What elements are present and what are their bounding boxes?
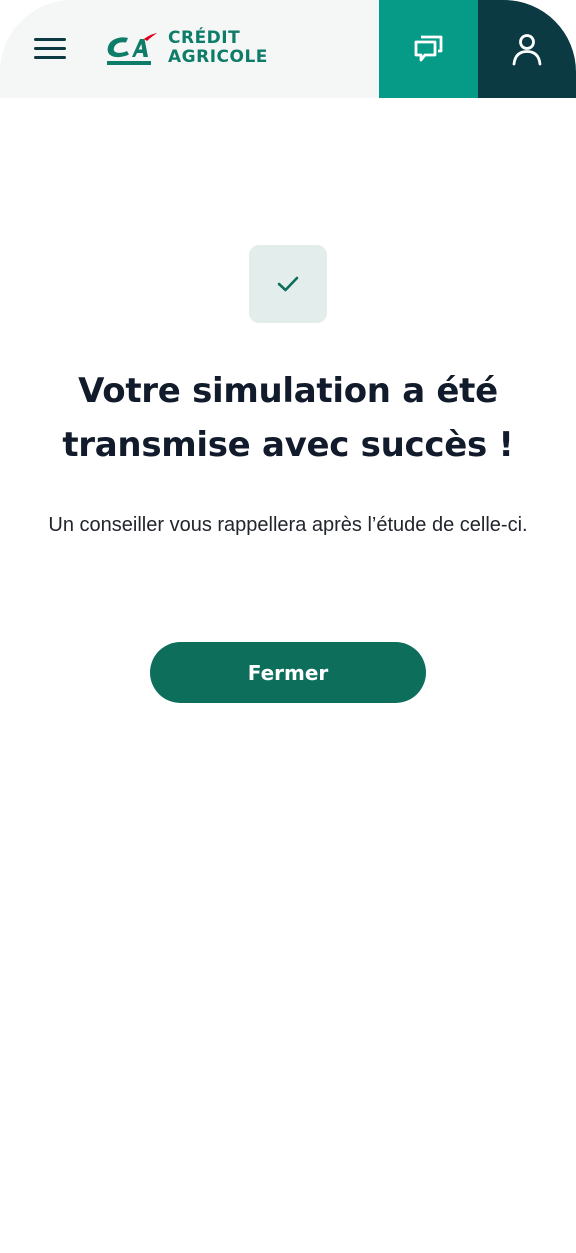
- logo-wordmark: CRÉDIT AGRICOLE: [168, 29, 268, 67]
- logo-line-2: AGRICOLE: [168, 47, 268, 67]
- account-button[interactable]: [478, 0, 576, 98]
- confirmation-title: Votre simulation a été transmise avec su…: [62, 371, 514, 465]
- checkmark-icon: [277, 276, 299, 292]
- success-badge: [249, 245, 327, 323]
- user-icon: [512, 34, 542, 66]
- app-frame: CRÉDIT AGRICOLE Votre simulation a été t…: [0, 0, 576, 1253]
- top-header: CRÉDIT AGRICOLE: [0, 0, 576, 98]
- chat-button[interactable]: [379, 0, 478, 98]
- chat-bubbles-icon: [414, 35, 443, 62]
- hamburger-menu-icon[interactable]: [34, 36, 68, 62]
- logo-line-1: CRÉDIT: [168, 28, 241, 48]
- credit-agricole-logo[interactable]: CRÉDIT AGRICOLE: [104, 28, 304, 72]
- confirmation-message: Un conseiller vous rappellera après l’ét…: [48, 514, 528, 536]
- close-button[interactable]: Fermer: [150, 642, 426, 703]
- ca-logo-mark-icon: [107, 33, 157, 65]
